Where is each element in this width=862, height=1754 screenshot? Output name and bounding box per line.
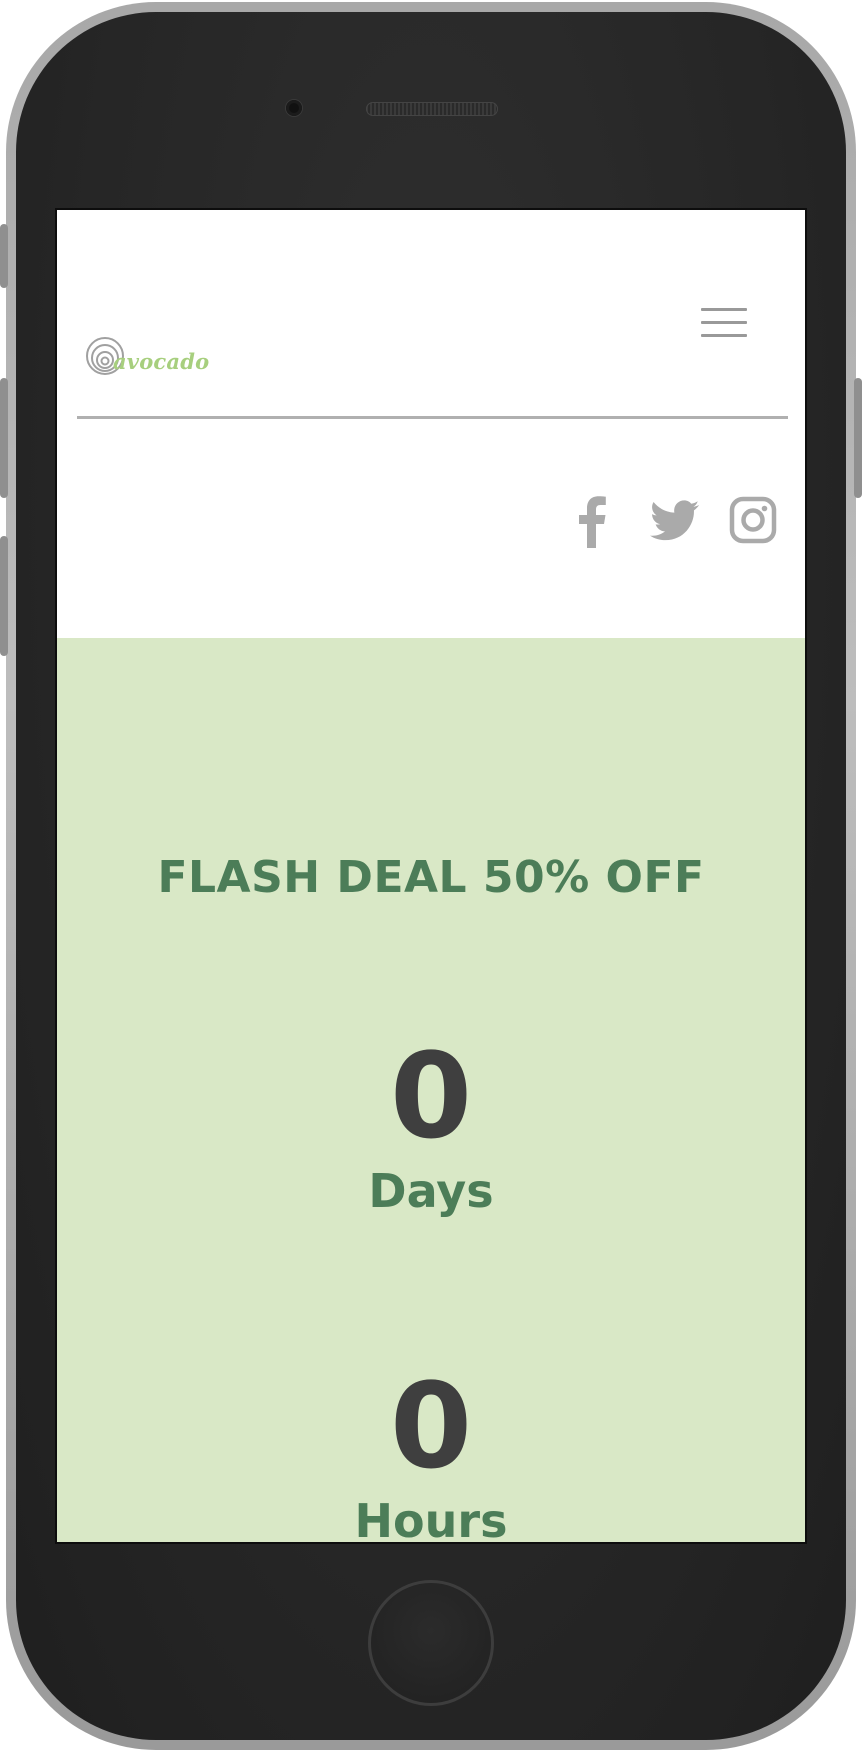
site-logo[interactable]: avocado [85, 334, 209, 378]
flash-deal-title: FLASH DEAL 50% OFF [157, 852, 705, 903]
instagram-icon[interactable] [729, 496, 777, 544]
flash-deal-section: FLASH DEAL 50% OFF 0 Days 0 Hours [57, 638, 805, 1544]
power-button [854, 378, 862, 498]
hours-label: Hours [354, 1494, 508, 1544]
facebook-icon[interactable] [577, 494, 607, 548]
site-header: avocado [57, 210, 805, 638]
volume-up-button [0, 378, 8, 498]
twitter-icon[interactable] [650, 500, 700, 542]
earpiece-speaker [366, 102, 498, 116]
countdown-hours: 0 Hours [57, 1357, 805, 1544]
home-button[interactable] [368, 1580, 494, 1706]
volume-down-button [0, 536, 8, 656]
days-label: Days [368, 1164, 494, 1218]
hamburger-menu-icon[interactable] [701, 306, 747, 340]
phone-screen: avocado FLASH DEAL 50% OFF 0 Days 0 Hour… [55, 208, 807, 1544]
countdown-days: 0 Days [57, 1036, 805, 1218]
hours-value: 0 [389, 1357, 473, 1495]
header-divider [77, 416, 788, 419]
logo-text: avocado [113, 348, 210, 374]
mute-switch [0, 224, 8, 288]
front-camera [286, 100, 302, 116]
days-value: 0 [389, 1027, 473, 1165]
